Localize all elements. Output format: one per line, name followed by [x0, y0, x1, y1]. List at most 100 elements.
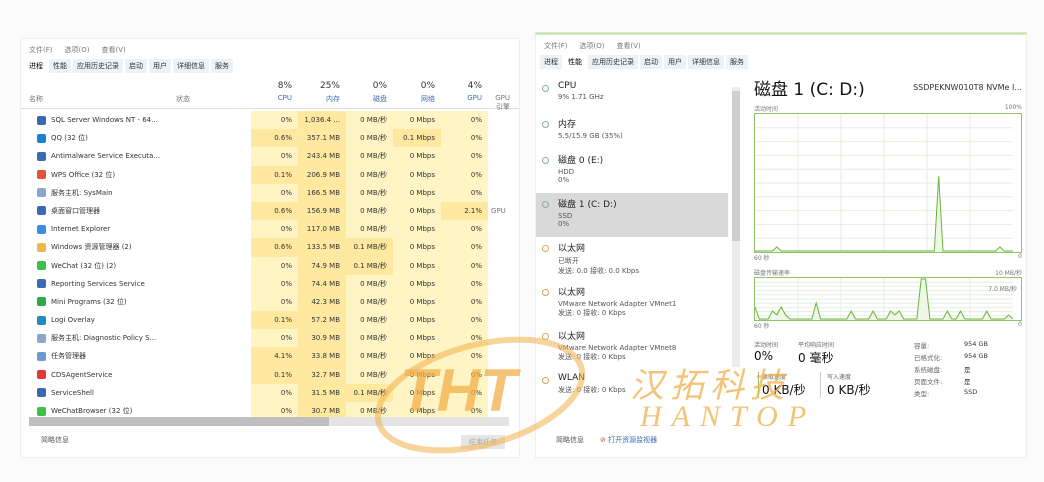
column-label: 内存	[326, 95, 340, 103]
tab-4[interactable]: 用户	[664, 55, 686, 69]
menu-item[interactable]: 查看(V)	[616, 41, 640, 51]
sidebar-scrollbar[interactable]	[732, 87, 740, 367]
process-icon	[37, 151, 46, 161]
process-icon	[37, 206, 46, 216]
table-row[interactable]: WeChat (32 位) (2) 0% 74.9 MB 0.1 MB/秒 0 Mbps…	[21, 256, 519, 275]
sidebar-item-6[interactable]: 以太网 VMware Network Adapter VMnet8 发送: 0 接收…	[536, 325, 728, 369]
sidebar-item-1[interactable]: 内存 5.5/15.9 GB (35%)	[536, 113, 728, 149]
process-name: 服务主机: SysMain	[37, 184, 113, 202]
open-resource-monitor-link[interactable]: ⊘ 打开资源监视器	[600, 435, 657, 445]
column-header-7[interactable]: GPU 引擎	[488, 81, 516, 112]
fewer-details-button[interactable]: 简略信息	[556, 435, 584, 445]
item-graph-icon	[542, 121, 549, 128]
process-name: 任务管理器	[37, 347, 86, 365]
chart2-label: 磁盘传输速率	[754, 270, 791, 277]
cell-gpu: 0%	[441, 183, 488, 202]
sidebar-item-2[interactable]: 磁盘 0 (E:) HDD 0%	[536, 149, 728, 193]
sidebar-item-3[interactable]: 磁盘 1 (C: D:) SSD 0%	[536, 193, 728, 237]
tab-6[interactable]: 服务	[726, 55, 748, 69]
property-label: 页面文件:	[914, 378, 943, 386]
tab-4[interactable]: 用户	[149, 59, 171, 73]
table-row[interactable]: Logi Overlay 0.1% 57.2 MB 0 MB/秒 0 Mbps 0%	[21, 311, 519, 330]
menu-item[interactable]: 查看(V)	[101, 45, 125, 55]
item-line1: 5.5/15.9 GB (35%)	[558, 132, 623, 140]
table-row[interactable]: WPS Office (32 位) 0.1% 206.9 MB 0 MB/秒 0 Mbp…	[21, 165, 519, 184]
column-percent	[488, 81, 510, 91]
item-title: WLAN	[558, 373, 586, 383]
column-header-4[interactable]: 0% 磁盘	[346, 81, 393, 104]
process-name: ServiceShell	[37, 384, 94, 402]
column-header-2[interactable]: 8% CPU	[251, 81, 298, 102]
cell-eng	[488, 129, 516, 147]
table-row[interactable]: 服务主机: SysMain 0% 166.5 MB 0 MB/秒 0 Mbps 0%	[21, 183, 519, 202]
horizontal-scrollbar[interactable]	[29, 417, 509, 426]
table-row[interactable]: Antimalware Service Executa... 0% 243.4 MB…	[21, 147, 519, 166]
end-task-button[interactable]: 结束任务	[461, 435, 505, 449]
cell-gpu: 0%	[441, 111, 488, 130]
cell-net: 0.1 Mbps	[393, 129, 441, 148]
item-graph-icon	[542, 85, 549, 92]
tab-2[interactable]: 应用历史记录	[73, 59, 123, 73]
tab-5[interactable]: 详细信息	[688, 55, 724, 69]
table-row[interactable]: 服务主机: Diagnostic Policy S... 0% 30.9 MB 0 M…	[21, 329, 519, 348]
sidebar-item-4[interactable]: 以太网 已断开 发送: 0.0 接收: 0.0 Kbps	[536, 237, 728, 281]
column-label: 网络	[421, 95, 435, 103]
cell-eng	[488, 366, 516, 384]
property-row: 已格式化: 954 GB	[914, 352, 1014, 364]
item-title: 磁盘 1 (C: D:)	[558, 200, 617, 210]
fewer-details-button[interactable]: 简略信息	[41, 435, 69, 445]
table-row[interactable]: 桌面窗口管理器 0.6% 156.9 MB 0 MB/秒 0 Mbps 2.1% GPU	[21, 201, 519, 221]
table-row[interactable]: 任务管理器 4.1% 33.8 MB 0 MB/秒 0 Mbps 0%	[21, 347, 519, 366]
menu-item[interactable]: 文件(F)	[544, 41, 568, 51]
cell-disk: 0 MB/秒	[346, 147, 393, 166]
tab-1[interactable]: 性能	[49, 59, 71, 73]
process-icon	[37, 261, 46, 270]
table-row[interactable]: CDSAgentService 0.1% 32.7 MB 0 MB/秒 0 Mbps 0%	[21, 365, 519, 384]
column-header-1[interactable]: 状态	[176, 81, 251, 104]
table-row[interactable]: Reporting Services Service 0% 74.4 MB 0 MB/…	[21, 274, 519, 293]
menu-item[interactable]: 文件(F)	[29, 45, 53, 55]
table-row[interactable]: Windows 资源管理器 (2) 0.6% 133.5 MB 0.1 MB/秒 0 M…	[21, 238, 519, 257]
table-row[interactable]: ServiceShell 0% 31.5 MB 0.1 MB/秒 0 Mbps 0%	[21, 383, 519, 402]
cell-mem: 117.0 MB	[298, 220, 346, 239]
column-label: CPU	[277, 94, 292, 102]
item-line2: 发送: 0.0 接收: 0.0 Kbps	[558, 267, 640, 275]
sidebar-item-7[interactable]: WLAN 发送: 0 接收: 0 Kbps	[536, 369, 728, 413]
cell-gpu: 0%	[441, 220, 488, 239]
process-name: Antimalware Service Executa...	[37, 147, 160, 165]
chart1-zero: 0	[1018, 253, 1022, 260]
tab-1[interactable]: 性能	[564, 55, 586, 69]
cell-cpu: 0.1%	[251, 365, 298, 384]
column-header-3[interactable]: 25% 内存	[298, 81, 346, 104]
property-label: 类型:	[914, 390, 930, 398]
item-line2: 发送: 0 接收: 0 Kbps	[558, 386, 626, 394]
column-header-0[interactable]: 名称	[29, 81, 179, 104]
process-name: QQ (32 位)	[37, 129, 88, 147]
cell-gpu: 0%	[441, 383, 488, 402]
table-row[interactable]: QQ (32 位) 0.6% 357.1 MB 0 MB/秒 0.1 Mbps 0%	[21, 129, 519, 148]
tab-0[interactable]: 进程	[25, 59, 47, 73]
table-row[interactable]: Mini Programs (32 位) 0% 42.3 MB 0 MB/秒 0 Mbp…	[21, 292, 519, 312]
tab-3[interactable]: 启动	[125, 59, 147, 73]
cell-eng	[488, 311, 516, 329]
process-name-label: Windows 资源管理器 (2)	[51, 243, 132, 252]
task-manager-performance-window: 文件(F) 选项(O) 查看(V) 进程 性能 应用历史记录 启动 用户 详细信息 服务 CPU…	[535, 32, 1027, 458]
cell-gpu: 0%	[441, 347, 488, 366]
column-header-5[interactable]: 0% 网络	[393, 81, 441, 104]
tab-6[interactable]: 服务	[211, 59, 233, 73]
process-name-label: 任务管理器	[51, 352, 86, 361]
tab-5[interactable]: 详细信息	[173, 59, 209, 73]
tab-2[interactable]: 应用历史记录	[588, 55, 638, 69]
column-header-6[interactable]: 4% GPU	[441, 81, 488, 102]
cell-net: 0 Mbps	[393, 201, 441, 221]
sidebar-item-0[interactable]: CPU 9% 1.71 GHz	[536, 77, 728, 113]
process-name-label: ServiceShell	[51, 388, 94, 397]
tab-3[interactable]: 启动	[640, 55, 662, 69]
menu-item[interactable]: 选项(O)	[65, 45, 90, 55]
menu-item[interactable]: 选项(O)	[580, 41, 605, 51]
sidebar-item-5[interactable]: 以太网 VMware Network Adapter VMnet1 发送: 0 接收…	[536, 281, 728, 325]
table-row[interactable]: SQL Server Windows NT - 64... 0% 1,036.4 .…	[21, 111, 519, 130]
process-name-label: Reporting Services Service	[51, 279, 145, 288]
tab-0[interactable]: 进程	[540, 55, 562, 69]
table-row[interactable]: Internet Explorer 0% 117.0 MB 0 MB/秒 0 Mbps 0…	[21, 220, 519, 239]
